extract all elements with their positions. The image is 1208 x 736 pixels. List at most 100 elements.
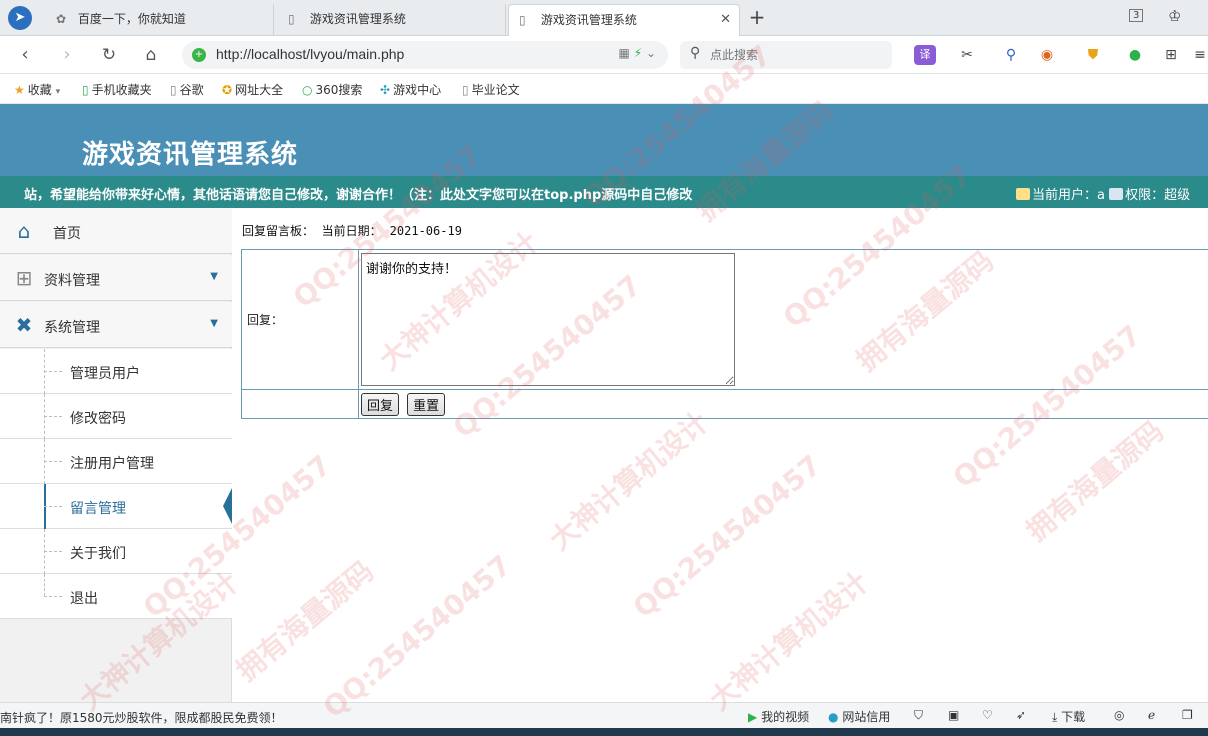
page-icon: ▯ <box>462 83 469 97</box>
submit-reply-button[interactable]: 回复 <box>361 393 400 416</box>
search-input[interactable] <box>710 45 880 65</box>
heart-icon[interactable]: ♡ <box>982 708 993 722</box>
sidebar-sub-registered-users[interactable]: 注册用户管理 <box>0 439 232 484</box>
chevron-down-icon: ▾ <box>55 87 61 97</box>
tree-branch <box>44 551 62 552</box>
tab-game-info-1[interactable]: ▯ 游戏资讯管理系统 <box>278 4 506 36</box>
sidebar-item-data-management[interactable]: ⊞ 资料管理 ▼ <box>0 255 232 301</box>
sidebar-item-system-management[interactable]: ✖ 系统管理 ▼ <box>0 302 232 348</box>
search-box[interactable]: ⚲ <box>680 41 892 69</box>
apps-grid-icon[interactable]: ⊞ <box>1160 45 1182 65</box>
bookmark-360[interactable]: ○ 360搜索 <box>302 81 362 98</box>
shield-status-icon[interactable]: ⛉ <box>914 708 923 723</box>
headset-icon[interactable]: ◎ <box>1114 708 1124 722</box>
url-tools-icon[interactable]: ▦ ⚡ ⌄ <box>619 46 656 60</box>
ie-icon[interactable]: ℯ <box>1148 708 1155 722</box>
sidebar-sub-logout[interactable]: 退出 <box>0 574 232 619</box>
date-label: 当前日期： <box>321 224 382 238</box>
net-credit-link[interactable]: ● 网站信用 <box>828 708 890 725</box>
sidebar: ⌂ 首页 ⊞ 资料管理 ▼ ✖ 系统管理 ▼ 管理员用户 修改密码 注册用户管理… <box>0 208 233 702</box>
tab-title: 百度一下，你就知道 <box>77 12 186 26</box>
shirt-icon[interactable]: ♔ <box>1168 7 1181 25</box>
table-row: 回复： 谢谢你的支持！ <box>241 249 1208 390</box>
sidebar-sub-label: 关于我们 <box>70 546 126 562</box>
paw-icon: ✿ <box>56 12 67 26</box>
rocket-icon[interactable]: ➶ <box>1016 708 1026 722</box>
download-link[interactable]: ⤓ 下载 <box>1052 708 1085 725</box>
gamepad-icon[interactable]: ◉ <box>1036 45 1058 65</box>
marquee-text: 站，希望能给你带来好心情，其他话语请您自己修改，谢谢合作！（注：此处文字您可以在… <box>24 188 693 203</box>
my-video-link[interactable]: ▶ 我的视频 <box>748 708 809 725</box>
app-title: 游戏资讯管理系统 <box>82 140 299 170</box>
marquee-bar: 站，希望能给你带来好心情，其他话语请您自己修改，谢谢合作！（注：此处文字您可以在… <box>0 176 1208 208</box>
main-content: 回复留言板： 当前日期： 2021-06-19 回复： 谢谢你的支持！ 回复 重置 <box>232 208 1208 702</box>
tab-game-info-active[interactable]: ▯ 游戏资讯管理系统 ✕ <box>508 4 740 36</box>
image-icon[interactable]: ▣ <box>948 708 959 722</box>
home-button[interactable]: ⌂ <box>138 42 164 68</box>
tab-title: 游戏资讯管理系统 <box>309 12 406 26</box>
bookmark-favorites[interactable]: ★ 收藏 ▾ <box>14 81 60 98</box>
reply-cell: 谢谢你的支持！ <box>358 249 1208 390</box>
os-taskbar <box>0 728 1208 736</box>
current-user: 当前用户：a <box>1032 188 1105 203</box>
tree-branch <box>44 506 62 507</box>
reply-textarea[interactable]: 谢谢你的支持！ <box>361 253 735 386</box>
drop-icon: ● <box>828 710 839 724</box>
bookmark-thesis[interactable]: ▯ 毕业论文 <box>462 81 520 98</box>
green-circle-icon[interactable]: ● <box>1124 45 1146 65</box>
sidebar-item-home[interactable]: ⌂ 首页 <box>0 208 232 254</box>
window-icon[interactable]: ❐ <box>1182 708 1193 722</box>
translate-icon[interactable]: 译 <box>914 45 936 65</box>
sidebar-sub-admin-users[interactable]: 管理员用户 <box>0 349 232 394</box>
sidebar-sub-label: 管理员用户 <box>70 366 140 382</box>
reply-label: 回复： <box>241 249 359 390</box>
home-icon: ⌂ <box>17 219 31 243</box>
tree-branch <box>44 596 62 597</box>
magnifier-icon[interactable]: ⚲ <box>1000 45 1022 65</box>
sidebar-sub-label: 留言管理 <box>70 501 126 517</box>
page-icon: ▯ <box>519 13 526 27</box>
breadcrumb: 回复留言板： 当前日期： 2021-06-19 <box>242 222 462 239</box>
back-button[interactable]: ‹ <box>12 42 38 68</box>
tab-count-badge[interactable]: 3 <box>1129 9 1144 22</box>
url-bar[interactable]: + http://localhost/lvyou/main.php ▦ ⚡ ⌄ <box>182 41 668 69</box>
sidebar-item-label: 系统管理 <box>44 320 100 336</box>
tools-icon: ✖ <box>15 313 33 337</box>
bookmark-mobile[interactable]: ▯ 手机收藏夹 <box>82 81 152 98</box>
compass-icon: ✪ <box>222 83 233 97</box>
sidebar-sub-label: 退出 <box>70 591 98 607</box>
status-ad-text[interactable]: 南针疯了！原1580元炒股软件，限成都股民免费领！ <box>0 709 283 726</box>
sidebar-sub-label: 修改密码 <box>70 411 126 427</box>
new-tab-button[interactable]: + <box>745 6 769 30</box>
reset-button[interactable]: 重置 <box>407 393 446 416</box>
puzzle-icon: ✣ <box>380 83 391 97</box>
current-date: 2021-06-19 <box>389 224 462 238</box>
menu-icon[interactable]: ≡ <box>1194 45 1206 65</box>
browser-logo-icon: ➤ <box>8 6 32 30</box>
tree-branch <box>44 371 62 372</box>
sidebar-sub-change-password[interactable]: 修改密码 <box>0 394 232 439</box>
app-header: 游戏资讯管理系统 <box>0 104 1208 176</box>
user-icon <box>1016 188 1030 200</box>
sidebar-sub-message-management[interactable]: 留言管理 <box>0 484 233 529</box>
bookmark-sites[interactable]: ✪ 网址大全 <box>222 81 283 98</box>
tree-branch <box>44 461 62 462</box>
user-info: 当前用户：a 权限：超级 <box>1016 184 1190 203</box>
download-icon: ⤓ <box>1052 710 1058 724</box>
shield-icon: + <box>192 48 206 62</box>
reload-button[interactable]: ↻ <box>96 42 122 68</box>
sidebar-item-label: 资料管理 <box>44 273 100 289</box>
scissors-icon[interactable]: ✂ <box>956 45 978 65</box>
url-text[interactable]: http://localhost/lvyou/main.php <box>216 46 404 62</box>
reply-form: 回复： 谢谢你的支持！ 回复 重置 <box>241 249 1208 419</box>
sidebar-sub-about-us[interactable]: 关于我们 <box>0 529 232 574</box>
guard-icon[interactable]: ⛊ <box>1082 45 1104 65</box>
bookmark-games[interactable]: ✣ 游戏中心 <box>380 81 441 98</box>
bookmarks-bar: ★ 收藏 ▾ ▯ 手机收藏夹 ▯ 谷歌 ✪ 网址大全 ○ 360搜索 ✣ 游戏中心 ▯ 毕业论… <box>0 74 1208 104</box>
tab-baidu[interactable]: ✿ 百度一下，你就知道 <box>46 4 274 36</box>
forward-button[interactable]: › <box>54 42 80 68</box>
browser-tab-bar: ➤ ✿ 百度一下，你就知道 ▯ 游戏资讯管理系统 ▯ 游戏资讯管理系统 ✕ + … <box>0 0 1208 36</box>
close-icon[interactable]: ✕ <box>720 5 731 35</box>
bookmark-google[interactable]: ▯ 谷歌 <box>170 81 204 98</box>
sidebar-sub-label: 注册用户管理 <box>70 456 154 472</box>
